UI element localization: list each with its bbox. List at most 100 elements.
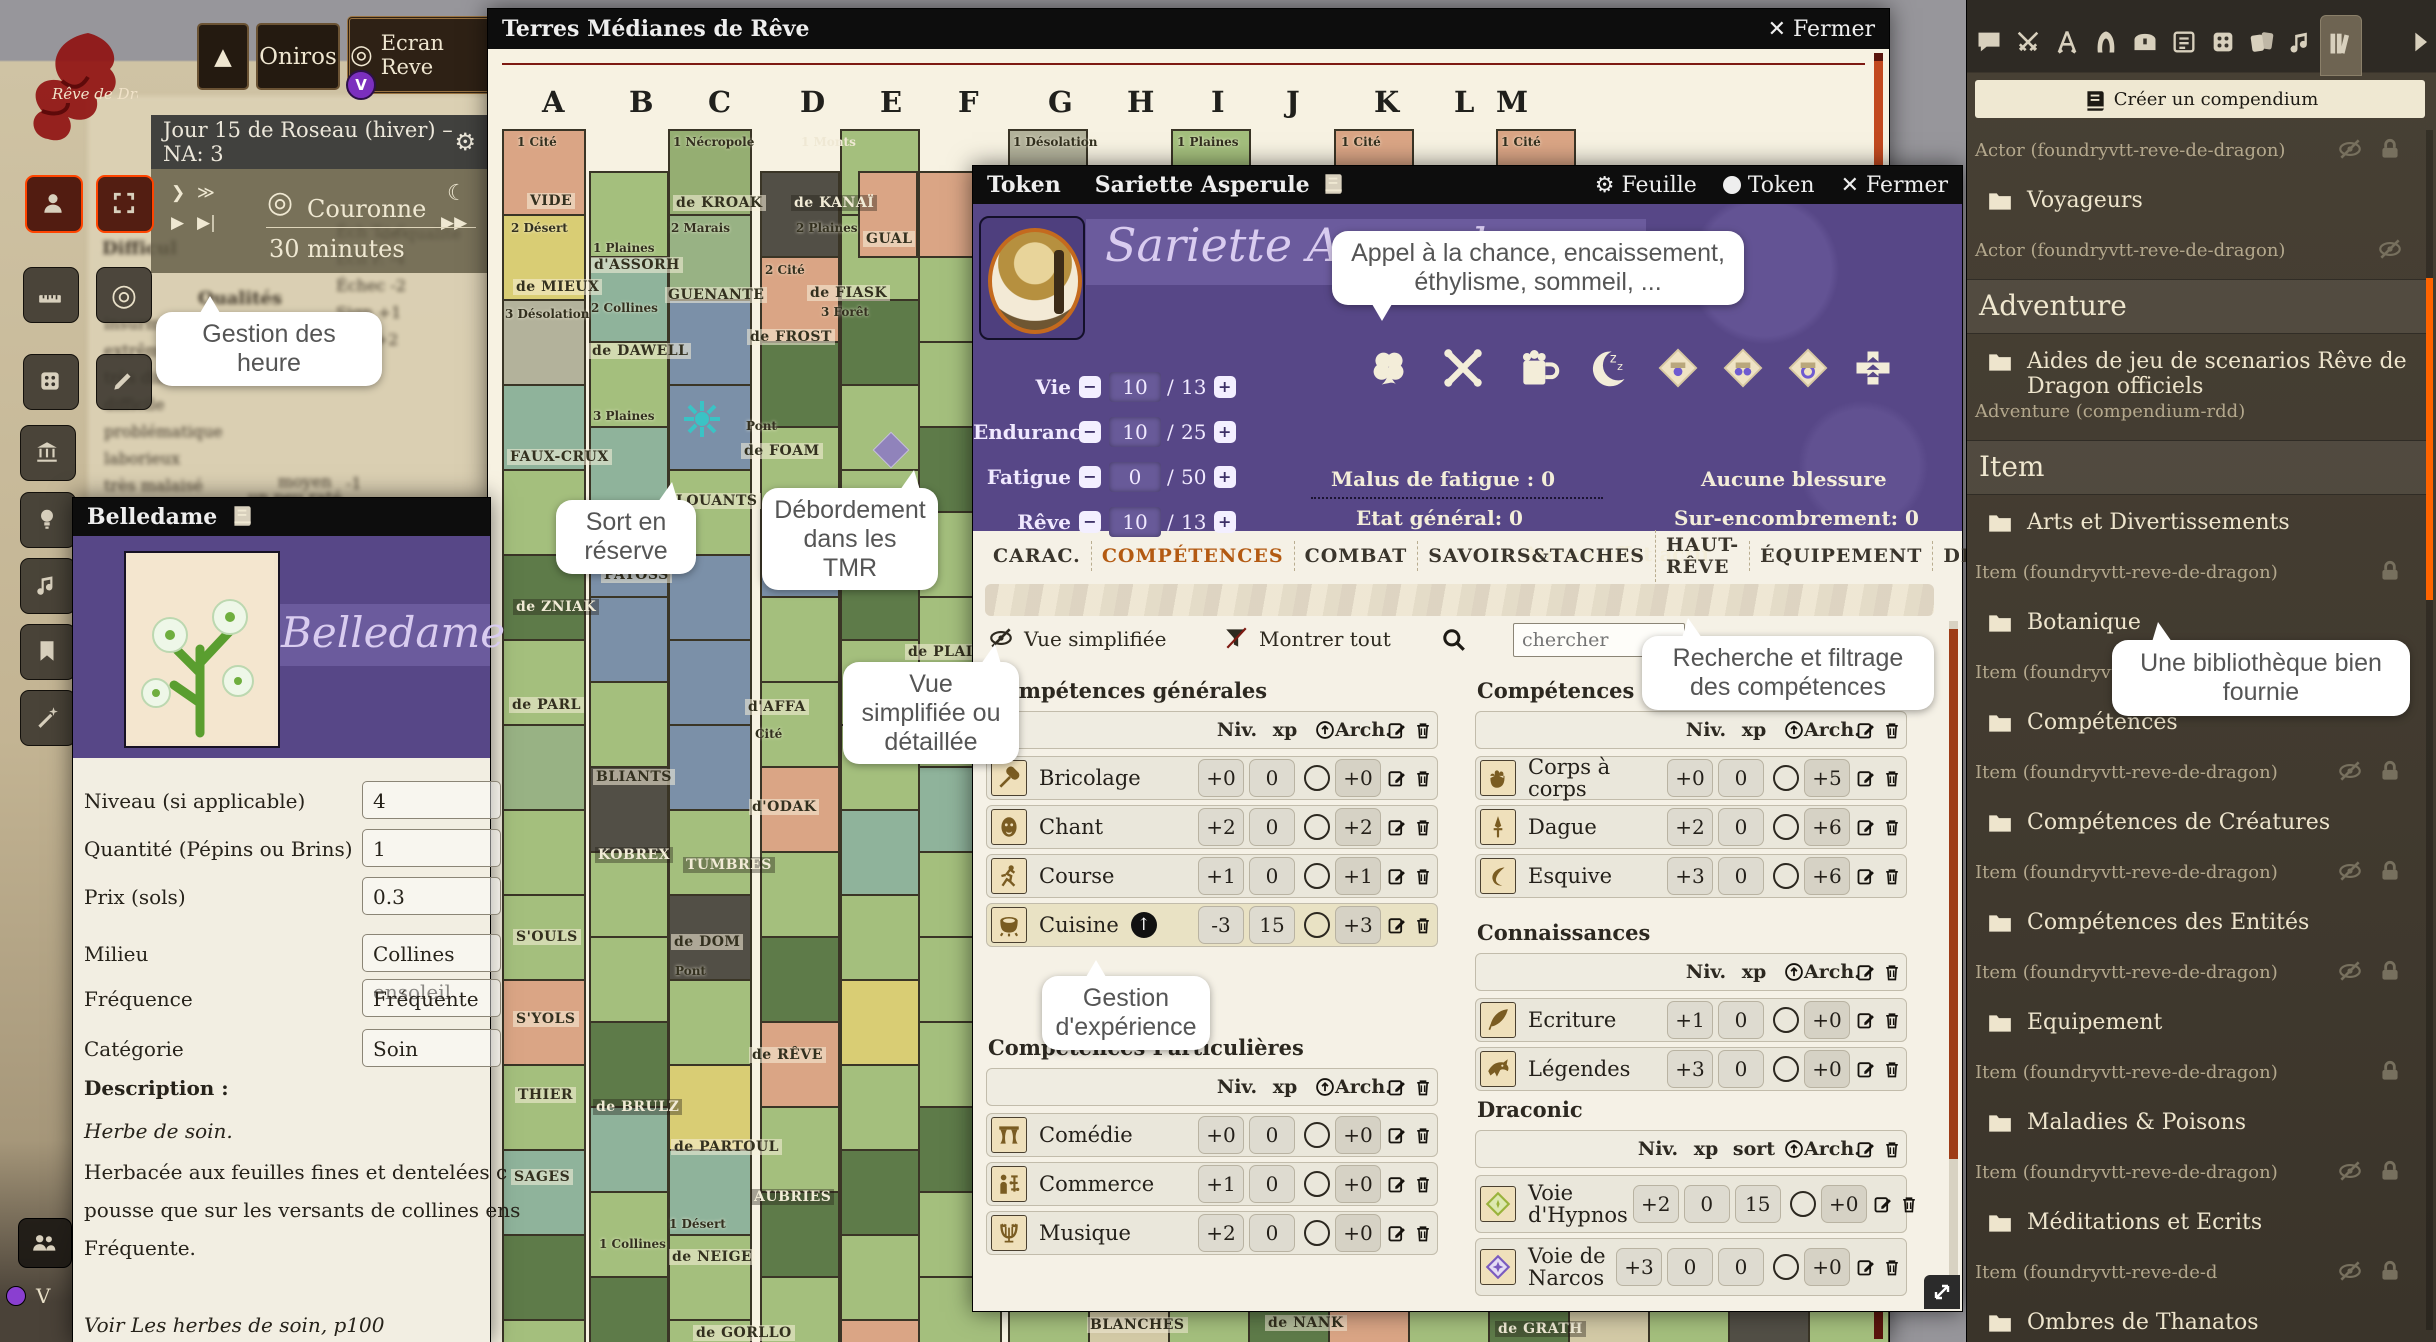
- compendium-folder[interactable]: Méditations et Ecrits: [1975, 1198, 2425, 1248]
- skill-row[interactable]: Bricolage+00+0: [986, 756, 1438, 800]
- tmr-cell[interactable]: [668, 979, 752, 1066]
- skill-sort[interactable]: 0: [1718, 1248, 1764, 1286]
- arrow-up-circle-icon[interactable]: [1315, 1077, 1335, 1097]
- skill-row[interactable]: Chant+20+2: [986, 805, 1438, 849]
- lock-icon[interactable]: [2377, 758, 2403, 784]
- token-tool-button[interactable]: [25, 175, 83, 233]
- eye-slash-icon[interactable]: [2337, 136, 2363, 162]
- trash-icon[interactable]: [1413, 1223, 1433, 1243]
- tmr-cell[interactable]: [668, 724, 752, 811]
- trash-icon[interactable]: [1882, 720, 1902, 740]
- edit-icon[interactable]: [1387, 768, 1407, 788]
- wound-light-icon[interactable]: [1656, 346, 1700, 390]
- skill-xp[interactable]: 15: [1249, 906, 1295, 944]
- skill-name[interactable]: Musique: [1039, 1222, 1193, 1244]
- field-input[interactable]: 4: [362, 781, 501, 819]
- sidebar-tab-combat[interactable]: [2014, 28, 2042, 56]
- tmr-cell[interactable]: [760, 596, 840, 683]
- night-icon[interactable]: ☾: [447, 181, 467, 206]
- skill-row[interactable]: Course+10+1: [986, 854, 1438, 898]
- lock-icon[interactable]: [2377, 558, 2403, 584]
- skill-niv[interactable]: +3: [1616, 1248, 1662, 1286]
- compendium-folder[interactable]: Maladies & Poisons: [1975, 1098, 2425, 1148]
- skill-row[interactable]: Voie d'Hypnos+2015+0: [1475, 1175, 1907, 1233]
- lock-icon[interactable]: [2377, 1258, 2403, 1284]
- trash-icon[interactable]: [1413, 1125, 1433, 1145]
- skill-name[interactable]: Voie d'Hypnos: [1528, 1182, 1628, 1226]
- tab-hautrve[interactable]: HAUT-RÊVE: [1655, 530, 1749, 582]
- fast-forward-icon[interactable]: ≫: [197, 183, 215, 203]
- show-all-button[interactable]: Montrer tout: [1223, 625, 1391, 653]
- skill-circle[interactable]: [1790, 1191, 1816, 1217]
- tmr-cell[interactable]: [760, 171, 840, 258]
- skip-icon[interactable]: ▶|: [197, 213, 216, 233]
- skill-xp[interactable]: 0: [1249, 1214, 1295, 1252]
- skill-xp[interactable]: 0: [1249, 808, 1295, 846]
- tab-carac[interactable]: CARAC.: [983, 541, 1091, 571]
- skill-name[interactable]: Commerce: [1039, 1173, 1193, 1195]
- trash-icon[interactable]: [1413, 1174, 1433, 1194]
- skill-name[interactable]: Esquive: [1528, 865, 1662, 887]
- skill-name[interactable]: Voie de Narcos: [1528, 1245, 1611, 1289]
- skill-niv[interactable]: +2: [1667, 808, 1713, 846]
- edit-icon[interactable]: [1856, 1139, 1876, 1159]
- tab-quipement[interactable]: ÉQUIPEMENT: [1749, 541, 1932, 571]
- stat-plus-button[interactable]: +: [1214, 421, 1236, 443]
- tmr-cell[interactable]: [840, 1149, 920, 1236]
- encumbrance-icon[interactable]: [1851, 346, 1895, 390]
- tmr-cell[interactable]: [760, 341, 840, 428]
- resize-handle[interactable]: [1924, 1275, 1960, 1309]
- arrow-up-circle-icon[interactable]: [1784, 720, 1804, 740]
- field-input[interactable]: 0.3: [362, 877, 501, 915]
- skill-circle[interactable]: [1773, 1007, 1799, 1033]
- compendium-folder[interactable]: Compétences des Entités: [1975, 898, 2425, 948]
- sidebar-tab-collapse[interactable]: [2406, 28, 2434, 56]
- effects-tool-button[interactable]: [20, 690, 76, 746]
- sheet-config-button[interactable]: ⚙Feuille: [1595, 173, 1697, 198]
- skill-name[interactable]: Course: [1039, 865, 1193, 887]
- sidebar-tab-tables[interactable]: [2209, 28, 2237, 56]
- skill-niv[interactable]: +2: [1198, 808, 1244, 846]
- lock-icon[interactable]: [2377, 1158, 2403, 1184]
- skill-circle[interactable]: [1773, 863, 1799, 889]
- eye-slash-icon[interactable]: [2377, 236, 2403, 262]
- tab-comptences[interactable]: COMPÉTENCES: [1091, 541, 1294, 571]
- field-input[interactable]: 1: [362, 829, 501, 867]
- stat-minus-button[interactable]: −: [1079, 466, 1101, 488]
- edit-icon[interactable]: [1856, 768, 1876, 788]
- compendium-folder[interactable]: Voyageurs: [1975, 176, 2425, 226]
- tmr-cell[interactable]: [502, 1064, 586, 1151]
- stat-minus-button[interactable]: −: [1079, 511, 1101, 533]
- tmr-cell[interactable]: [840, 1064, 920, 1151]
- oniros-scene-button[interactable]: Oniros: [256, 23, 340, 90]
- create-compendium-button[interactable]: Créer un compendium: [1975, 80, 2425, 118]
- field-input[interactable]: Soin: [362, 1029, 501, 1067]
- skill-row[interactable]: Esquive+30+6: [1475, 854, 1907, 898]
- map-close-button[interactable]: ✕Fermer: [1768, 17, 1875, 42]
- tab-combat[interactable]: COMBAT: [1294, 541, 1418, 571]
- skill-circle[interactable]: [1304, 912, 1330, 938]
- skill-circle[interactable]: [1304, 1122, 1330, 1148]
- trash-icon[interactable]: [1413, 866, 1433, 886]
- arrow-up-circle-icon[interactable]: [1784, 1139, 1804, 1159]
- tmr-cell[interactable]: [502, 724, 586, 811]
- advance-icon[interactable]: ▶▶: [441, 213, 467, 233]
- trash-icon[interactable]: [1882, 1059, 1902, 1079]
- skill-niv[interactable]: +1: [1667, 1001, 1713, 1039]
- skill-xp[interactable]: 0: [1249, 1165, 1295, 1203]
- skill-name[interactable]: Légendes: [1528, 1058, 1662, 1080]
- skill-circle[interactable]: [1773, 1254, 1799, 1280]
- tmr-cell[interactable]: [840, 894, 920, 981]
- skill-niv[interactable]: +2: [1633, 1185, 1679, 1223]
- skill-niv[interactable]: +1: [1198, 1165, 1244, 1203]
- stat-plus-button[interactable]: +: [1214, 511, 1236, 533]
- trash-icon[interactable]: [1882, 866, 1902, 886]
- players-button[interactable]: [18, 1218, 72, 1268]
- xp-up-button[interactable]: ↑: [1131, 912, 1157, 938]
- edit-icon[interactable]: [1387, 915, 1407, 935]
- encaissement-icon[interactable]: [1441, 346, 1485, 390]
- tmr-cell[interactable]: [668, 639, 752, 726]
- skill-niv[interactable]: +0: [1667, 759, 1713, 797]
- skill-xp[interactable]: 0: [1718, 808, 1764, 846]
- edit-icon[interactable]: [1387, 720, 1407, 740]
